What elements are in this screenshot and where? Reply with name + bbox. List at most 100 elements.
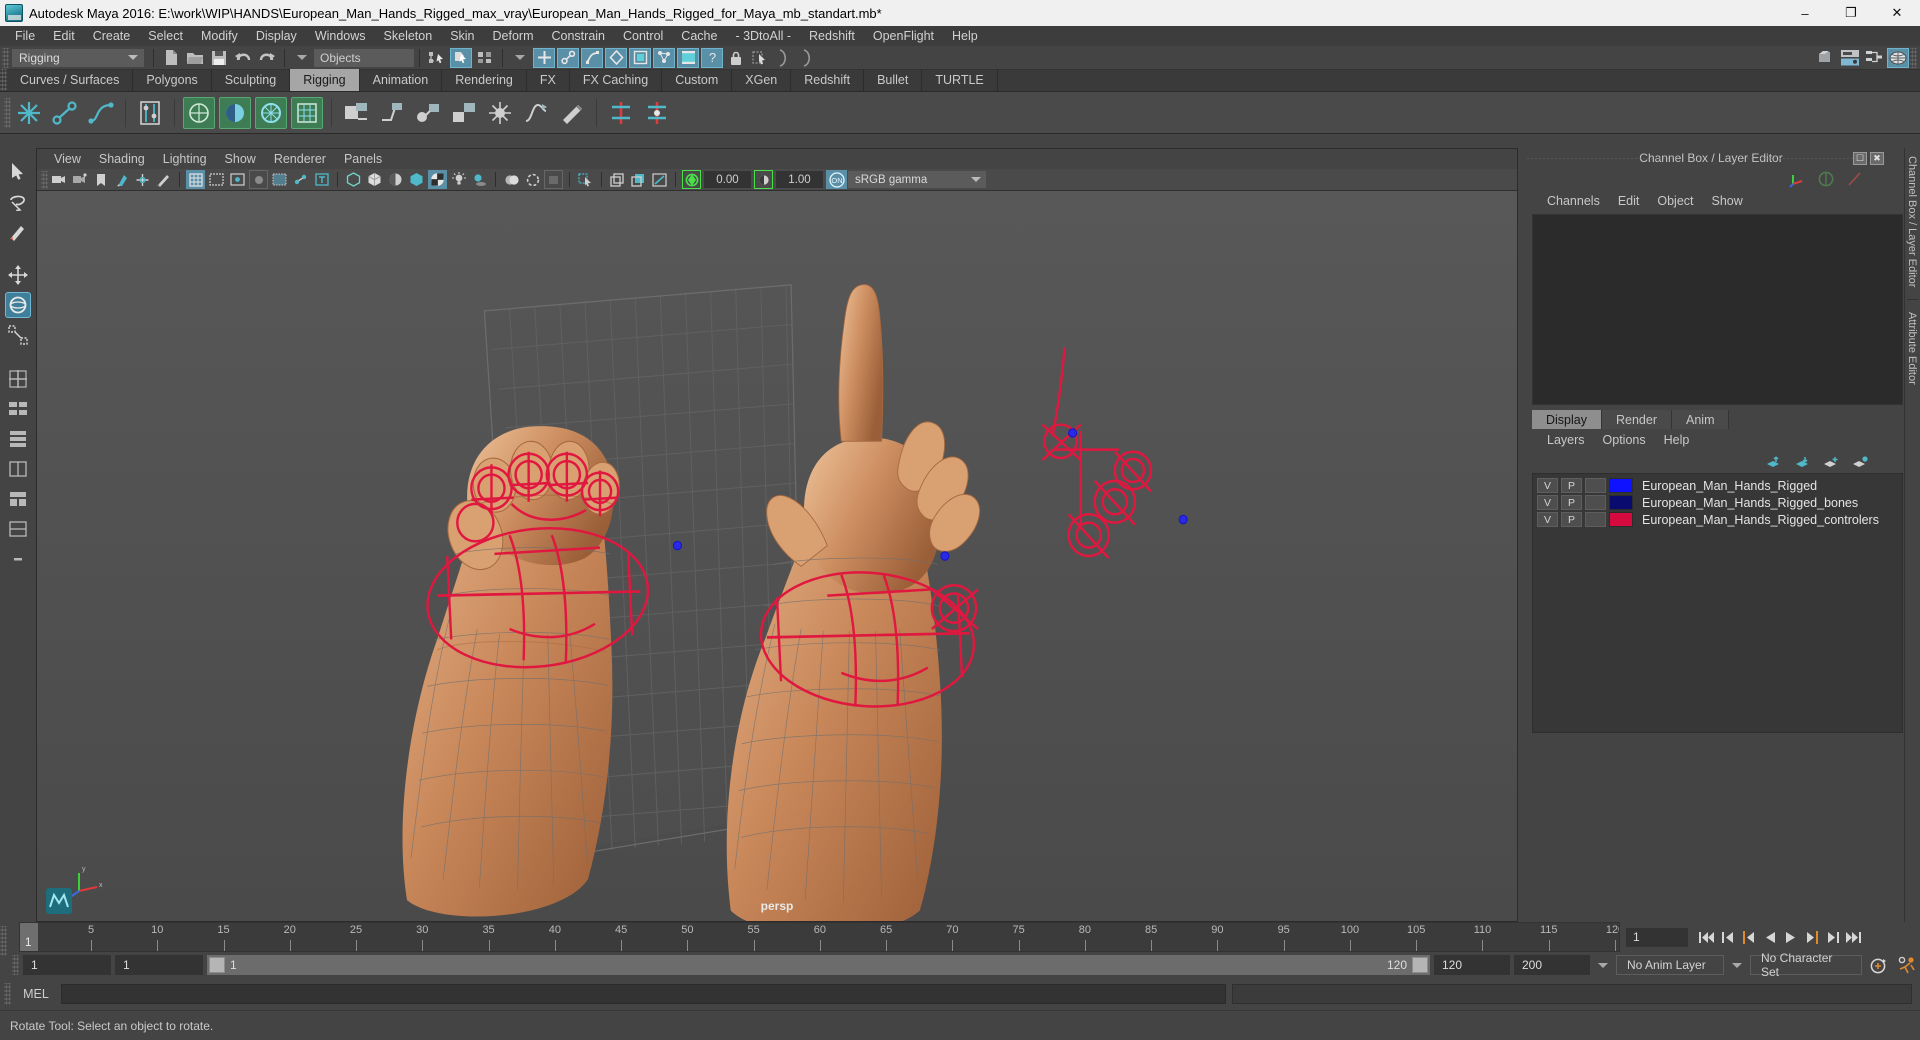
layer-menu-options[interactable]: Options bbox=[1594, 433, 1655, 447]
shelf-sculpt-deformer-icon[interactable] bbox=[556, 97, 588, 129]
layout-hypershade-icon[interactable] bbox=[5, 486, 31, 512]
channel-box-content[interactable] bbox=[1532, 214, 1903, 405]
new-scene-icon[interactable] bbox=[160, 48, 182, 68]
color-management-toggle-icon[interactable]: ON bbox=[826, 170, 847, 189]
shelf-tab-animation[interactable]: Animation bbox=[360, 69, 443, 91]
shelf-skeleton-icon[interactable] bbox=[134, 97, 166, 129]
shelf-point-constraint-icon[interactable] bbox=[641, 97, 673, 129]
maximize-button[interactable]: ❐ bbox=[1828, 0, 1874, 26]
toggle-channel-box-icon[interactable] bbox=[1818, 171, 1834, 187]
toggle-resolution-gate-icon[interactable] bbox=[228, 170, 247, 189]
close-button[interactable]: ✕ bbox=[1874, 0, 1920, 26]
shelf-soft-modification-icon[interactable] bbox=[520, 97, 552, 129]
menu-set-selector[interactable]: Rigging bbox=[12, 48, 122, 67]
shelf-lattice-icon[interactable] bbox=[376, 97, 408, 129]
render-settings-icon[interactable] bbox=[1839, 48, 1861, 68]
command-response-field[interactable] bbox=[1232, 984, 1912, 1004]
viewport-menu-shading[interactable]: Shading bbox=[90, 149, 154, 169]
step-back-icon[interactable] bbox=[1717, 927, 1738, 947]
grease-pencil-icon[interactable] bbox=[154, 170, 173, 189]
shelf-tab-bullet[interactable]: Bullet bbox=[864, 69, 923, 91]
anim-layer-field[interactable]: No Anim Layer bbox=[1616, 955, 1724, 975]
view-transform-toggle-icon[interactable] bbox=[650, 170, 669, 189]
status-line-grip[interactable] bbox=[2, 47, 9, 68]
layer-visibility-toggle[interactable]: V bbox=[1537, 495, 1558, 510]
toggle-text-icon[interactable] bbox=[312, 170, 331, 189]
layer-tab-display[interactable]: Display bbox=[1532, 410, 1602, 429]
component-mask-dropdown-icon[interactable] bbox=[509, 48, 531, 68]
highlight-selection-icon[interactable] bbox=[749, 48, 771, 68]
play-forwards-icon[interactable] bbox=[1780, 927, 1801, 947]
range-slider[interactable]: 1 120 bbox=[207, 955, 1430, 975]
toggle-film-gate-icon[interactable] bbox=[207, 170, 226, 189]
layer-playback-toggle[interactable]: P bbox=[1561, 478, 1582, 493]
viewport-canvas[interactable]: persp y x z bbox=[37, 191, 1517, 921]
layer-tab-anim[interactable]: Anim bbox=[1672, 410, 1730, 429]
animation-preferences-icon[interactable] bbox=[1894, 955, 1920, 975]
shelf-tab-fx[interactable]: FX bbox=[527, 69, 570, 91]
axis-gizmo-icon[interactable] bbox=[1788, 170, 1806, 188]
viewport-menu-renderer[interactable]: Renderer bbox=[265, 149, 335, 169]
shading-wireframe-icon[interactable] bbox=[344, 170, 363, 189]
shelf-blendshape-icon[interactable] bbox=[340, 97, 372, 129]
anim-layer-dropdown-icon[interactable] bbox=[1594, 955, 1612, 975]
shelf-tab-rendering[interactable]: Rendering bbox=[442, 69, 527, 91]
menu-help[interactable]: Help bbox=[943, 26, 987, 46]
shelf-paint-skin-weights-icon[interactable] bbox=[291, 96, 323, 129]
layer-playback-toggle[interactable]: P bbox=[1561, 495, 1582, 510]
range-start-field[interactable]: 1 bbox=[23, 955, 111, 975]
layer-visibility-toggle[interactable]: V bbox=[1537, 512, 1558, 527]
paint-effects-toggle-icon[interactable] bbox=[608, 170, 627, 189]
toggle-texture-icon[interactable] bbox=[428, 170, 447, 189]
layer-menu-layers[interactable]: Layers bbox=[1538, 433, 1594, 447]
render-view-icon[interactable] bbox=[1815, 48, 1837, 68]
layout-four-pane-icon[interactable] bbox=[5, 426, 31, 452]
step-forward-icon[interactable] bbox=[1822, 927, 1843, 947]
layout-more-icon[interactable] bbox=[5, 546, 31, 572]
shelf-tab-custom[interactable]: Custom bbox=[662, 69, 733, 91]
mask-misc-icon[interactable]: ? bbox=[701, 47, 723, 68]
select-by-component-type-icon[interactable] bbox=[474, 48, 496, 68]
layer-playback-toggle[interactable]: P bbox=[1561, 512, 1582, 527]
layer-row[interactable]: V P European_Man_Hands_Rigged_bones bbox=[1533, 494, 1902, 511]
layer-display-type-toggle[interactable] bbox=[1585, 478, 1606, 493]
bookmark-icon[interactable] bbox=[91, 170, 110, 189]
mask-deformers-icon[interactable] bbox=[629, 47, 651, 68]
move-layer-down-icon[interactable] bbox=[1794, 456, 1810, 469]
go-to-end-icon[interactable] bbox=[1843, 927, 1864, 947]
snap-curve-icon[interactable] bbox=[797, 48, 819, 68]
paint-selection-tool-icon[interactable] bbox=[5, 218, 31, 244]
two-d-pan-zoom-icon[interactable] bbox=[133, 170, 152, 189]
viewport-menu-lighting[interactable]: Lighting bbox=[154, 149, 216, 169]
go-to-start-icon[interactable] bbox=[1696, 927, 1717, 947]
shading-smooth-icon[interactable] bbox=[365, 170, 384, 189]
gamma-icon[interactable] bbox=[754, 170, 773, 189]
previous-key-icon[interactable] bbox=[1738, 927, 1759, 947]
anim-end-field[interactable]: 200 bbox=[1514, 955, 1590, 975]
layer-display-type-toggle[interactable] bbox=[1585, 495, 1606, 510]
command-line-input[interactable] bbox=[61, 984, 1226, 1004]
layer-name[interactable]: European_Man_Hands_Rigged bbox=[1642, 479, 1817, 493]
move-tool-icon[interactable] bbox=[5, 262, 31, 288]
menu-skin[interactable]: Skin bbox=[441, 26, 483, 46]
shelf-ik-spline-handle-icon[interactable] bbox=[85, 97, 117, 129]
range-end-field[interactable]: 120 bbox=[1434, 955, 1510, 975]
shelf-nonlinear-deformer-icon[interactable] bbox=[484, 97, 516, 129]
shelf-tab-fx-caching[interactable]: FX Caching bbox=[570, 69, 663, 91]
move-layer-up-icon[interactable] bbox=[1765, 455, 1781, 469]
play-backwards-icon[interactable] bbox=[1759, 927, 1780, 947]
shading-smooth-wire-icon[interactable] bbox=[386, 170, 405, 189]
create-layer-from-selected-icon[interactable] bbox=[1852, 455, 1868, 469]
shelf-cluster-icon[interactable] bbox=[412, 97, 444, 129]
shelf-tab-turtle[interactable]: TURTLE bbox=[922, 69, 998, 91]
select-camera-icon[interactable] bbox=[49, 170, 68, 189]
shelf-bind-skin-icon[interactable] bbox=[183, 96, 215, 129]
character-set-field[interactable]: No Character Set bbox=[1750, 951, 1862, 979]
selection-mask-dropdown-icon[interactable] bbox=[291, 48, 313, 68]
layer-color-swatch[interactable] bbox=[1609, 478, 1633, 493]
view-transform-dropdown-icon[interactable] bbox=[966, 171, 986, 188]
panel-close-button[interactable]: ✖ bbox=[1870, 151, 1884, 165]
undo-icon[interactable] bbox=[232, 48, 254, 68]
isolate-select-icon[interactable] bbox=[576, 170, 595, 189]
shelf-joint-tool-icon[interactable] bbox=[13, 97, 45, 129]
